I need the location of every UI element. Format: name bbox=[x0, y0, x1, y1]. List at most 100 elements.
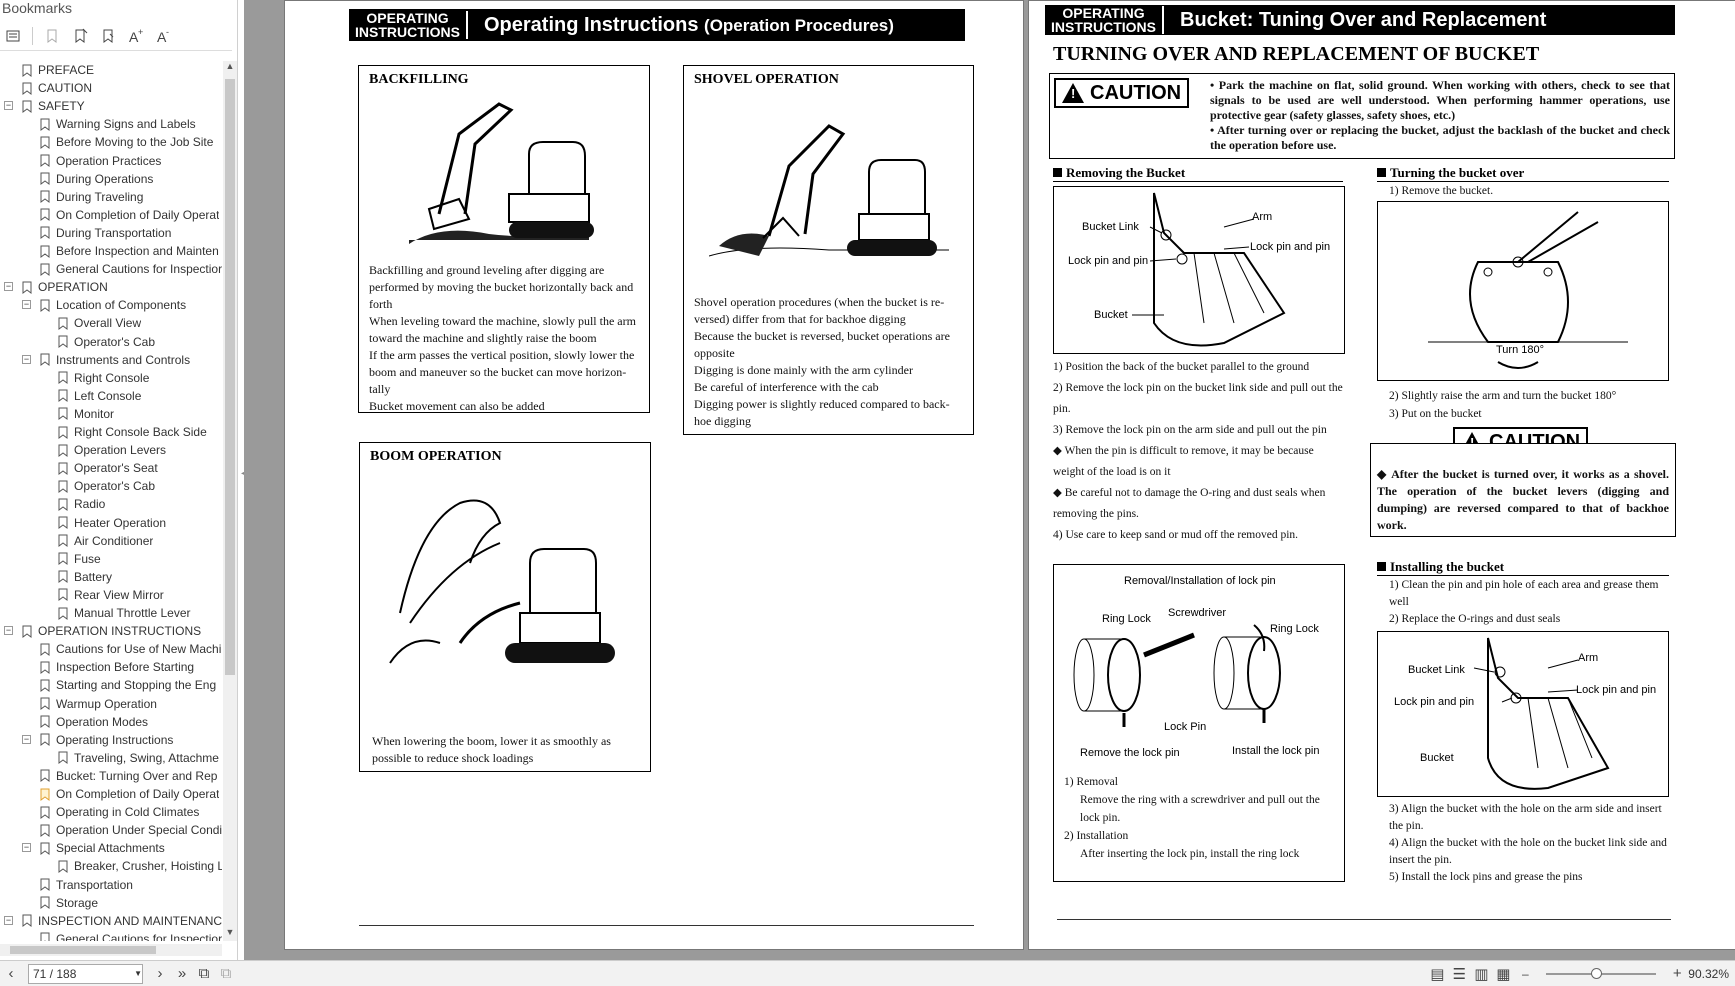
bookmark-item[interactable]: Right Console bbox=[0, 369, 222, 387]
bookmark-item[interactable]: Operator's Seat bbox=[0, 459, 222, 477]
continuous-view-icon[interactable]: ☰ bbox=[1448, 963, 1470, 985]
bookmark-item[interactable]: Operating in Cold Climates bbox=[0, 803, 222, 821]
bookmark-item[interactable]: − Instruments and Controls bbox=[0, 351, 222, 369]
bookmark-item[interactable]: Traveling, Swing, Attachme bbox=[0, 749, 222, 767]
collapse-toggle-icon[interactable]: − bbox=[22, 843, 31, 853]
single-page-view-icon[interactable]: ▤ bbox=[1426, 963, 1448, 985]
expand-bookmark-icon[interactable] bbox=[97, 25, 119, 47]
bookmark-item[interactable]: On Completion of Daily Operat bbox=[0, 206, 222, 224]
bookmark-item[interactable]: Before Moving to the Job Site bbox=[0, 133, 222, 151]
document-viewport[interactable]: OPERATING INSTRUCTIONS Operating Instruc… bbox=[244, 0, 1735, 960]
bookmark-item[interactable]: Battery bbox=[0, 568, 222, 586]
label-ring-lock-left: Ring Lock bbox=[1102, 613, 1151, 625]
add-bookmark-icon[interactable] bbox=[69, 25, 91, 47]
bookmark-item[interactable]: General Cautions for Inspectior bbox=[0, 260, 222, 278]
zoom-slider-knob[interactable] bbox=[1590, 967, 1602, 979]
bookmark-item[interactable]: − OPERATION INSTRUCTIONS bbox=[0, 622, 222, 640]
bookmark-item[interactable]: Fuse bbox=[0, 550, 222, 568]
bookmark-item[interactable]: On Completion of Daily Operat bbox=[0, 785, 222, 803]
banner-title: Operating Instructions (Operation Proced… bbox=[484, 13, 894, 36]
h-scrollbar-thumb[interactable] bbox=[10, 946, 156, 954]
bookmark-item[interactable]: Inspection Before Starting bbox=[0, 658, 222, 676]
decrease-text-size-icon[interactable]: A- bbox=[153, 25, 175, 47]
bookmark-icon bbox=[58, 407, 68, 421]
bookmark-item[interactable]: Rear View Mirror bbox=[0, 586, 222, 604]
page-number-input[interactable]: 71 / 188 ▼ bbox=[28, 963, 143, 984]
bookmark-item[interactable]: Before Inspection and Mainten bbox=[0, 242, 222, 260]
scrollbar-thumb[interactable] bbox=[225, 79, 235, 675]
collapse-toggle-icon[interactable]: − bbox=[22, 300, 31, 310]
bookmark-item[interactable]: Operator's Cab bbox=[0, 477, 222, 495]
backfilling-excavator-illustration bbox=[409, 102, 594, 244]
options-menu-icon[interactable] bbox=[2, 25, 24, 47]
bookmark-item[interactable]: Left Console bbox=[0, 387, 222, 405]
bookmark-item[interactable]: Transportation bbox=[0, 876, 222, 894]
bookmarks-horizontal-scrollbar[interactable] bbox=[0, 944, 222, 956]
bookmark-item[interactable]: Air Conditioner bbox=[0, 532, 222, 550]
page-dropdown-icon[interactable]: ▼ bbox=[134, 969, 142, 978]
bookmark-item[interactable]: − INSPECTION AND MAINTENANCE bbox=[0, 912, 222, 930]
bookmark-item[interactable]: Starting and Stopping the Eng bbox=[0, 676, 222, 694]
bookmark-item[interactable]: Operation Levers bbox=[0, 441, 222, 459]
bookmark-item[interactable]: − SAFETY bbox=[0, 97, 222, 115]
scroll-down-icon[interactable]: ▼ bbox=[225, 927, 235, 937]
bookmark-item[interactable]: Warmup Operation bbox=[0, 695, 222, 713]
collapse-toggle-icon[interactable]: − bbox=[4, 282, 13, 292]
continuous-facing-view-icon[interactable]: ▦ bbox=[1492, 963, 1514, 985]
bookmark-label: During Traveling bbox=[56, 189, 144, 204]
bookmarks-panel: Bookmarks A + A- PREFACE CAUTION − SAFETY bbox=[0, 0, 238, 960]
bookmark-item[interactable]: Operation Under Special Condi bbox=[0, 821, 222, 839]
collapse-toggle-icon[interactable]: − bbox=[4, 915, 13, 925]
turning-steps: 2) Slightly raise the arm and turn the b… bbox=[1389, 390, 1617, 420]
bookmark-item[interactable]: − Location of Components bbox=[0, 296, 222, 314]
collapse-toggle-icon[interactable]: − bbox=[4, 626, 13, 636]
bookmark-item[interactable]: General Cautions for Inspectior bbox=[0, 930, 222, 941]
bookmark-item[interactable]: Monitor bbox=[0, 405, 222, 423]
bookmark-item[interactable]: Operator's Cab bbox=[0, 333, 222, 351]
bookmark-item[interactable]: Right Console Back Side bbox=[0, 423, 222, 441]
increase-text-size-icon[interactable]: A + bbox=[125, 25, 147, 47]
bookmark-item[interactable]: Manual Throttle Lever bbox=[0, 604, 222, 622]
bookmark-icon bbox=[40, 118, 50, 131]
previous-page-icon[interactable]: ‹ bbox=[0, 963, 22, 985]
bookmark-item[interactable]: Bucket: Turning Over and Rep bbox=[0, 767, 222, 785]
zoom-out-icon[interactable]: – bbox=[1514, 963, 1536, 985]
facing-view-icon[interactable]: ▥ bbox=[1470, 963, 1492, 985]
copy-page-icon[interactable]: ⧉ bbox=[193, 963, 215, 985]
bookmark-item[interactable]: Operation Practices bbox=[0, 152, 222, 170]
bookmark-item[interactable]: Breaker, Crusher, Hoisting L bbox=[0, 857, 222, 875]
bookmarks-vertical-scrollbar[interactable]: ▲ ▼ bbox=[223, 61, 237, 941]
bookmark-item[interactable]: − Special Attachments bbox=[0, 839, 222, 857]
zoom-in-icon[interactable]: + bbox=[1666, 963, 1688, 985]
bookmark-item[interactable]: − Operating Instructions bbox=[0, 731, 222, 749]
bookmark-item[interactable]: During Transportation bbox=[0, 224, 222, 242]
zoom-slider[interactable] bbox=[1546, 967, 1657, 979]
bookmark-item[interactable]: − OPERATION bbox=[0, 278, 222, 296]
bookmark-label: Operation Practices bbox=[56, 153, 162, 168]
bookmark-item[interactable]: Operation Modes bbox=[0, 713, 222, 731]
bookmark-item[interactable]: Storage bbox=[0, 894, 222, 912]
collapse-toggle-icon[interactable]: − bbox=[4, 101, 13, 111]
zoom-level[interactable]: 90.32% bbox=[1688, 967, 1735, 981]
bookmark-item[interactable]: During Operations bbox=[0, 170, 222, 188]
new-bookmark-icon[interactable] bbox=[41, 25, 63, 47]
bookmark-item[interactable]: During Traveling bbox=[0, 188, 222, 206]
shovel-text: Shovel operation procedures (when the bu… bbox=[694, 295, 950, 428]
bookmark-item[interactable]: Radio bbox=[0, 495, 222, 513]
collapse-toggle-icon[interactable]: − bbox=[22, 734, 31, 744]
bookmark-item[interactable]: Warning Signs and Labels bbox=[0, 115, 222, 133]
bookmark-icon bbox=[58, 389, 68, 403]
next-page-icon[interactable]: › bbox=[149, 963, 171, 985]
bookmark-label: Transportation bbox=[56, 877, 133, 892]
bookmark-item[interactable]: PREFACE bbox=[0, 61, 222, 79]
bookmark-item[interactable]: Heater Operation bbox=[0, 514, 222, 532]
bookmark-item[interactable]: Cautions for Use of New Machi bbox=[0, 640, 222, 658]
collapse-toggle-icon[interactable]: − bbox=[22, 354, 31, 364]
scroll-up-icon[interactable]: ▲ bbox=[225, 61, 235, 71]
bookmark-item[interactable]: Overall View bbox=[0, 314, 222, 332]
bookmark-icon bbox=[58, 317, 68, 330]
last-page-icon[interactable]: » bbox=[171, 963, 193, 985]
bookmark-item[interactable]: CAUTION bbox=[0, 79, 222, 97]
extract-page-icon[interactable]: ⧉ bbox=[215, 963, 237, 985]
bookmark-label: Location of Components bbox=[56, 298, 187, 313]
